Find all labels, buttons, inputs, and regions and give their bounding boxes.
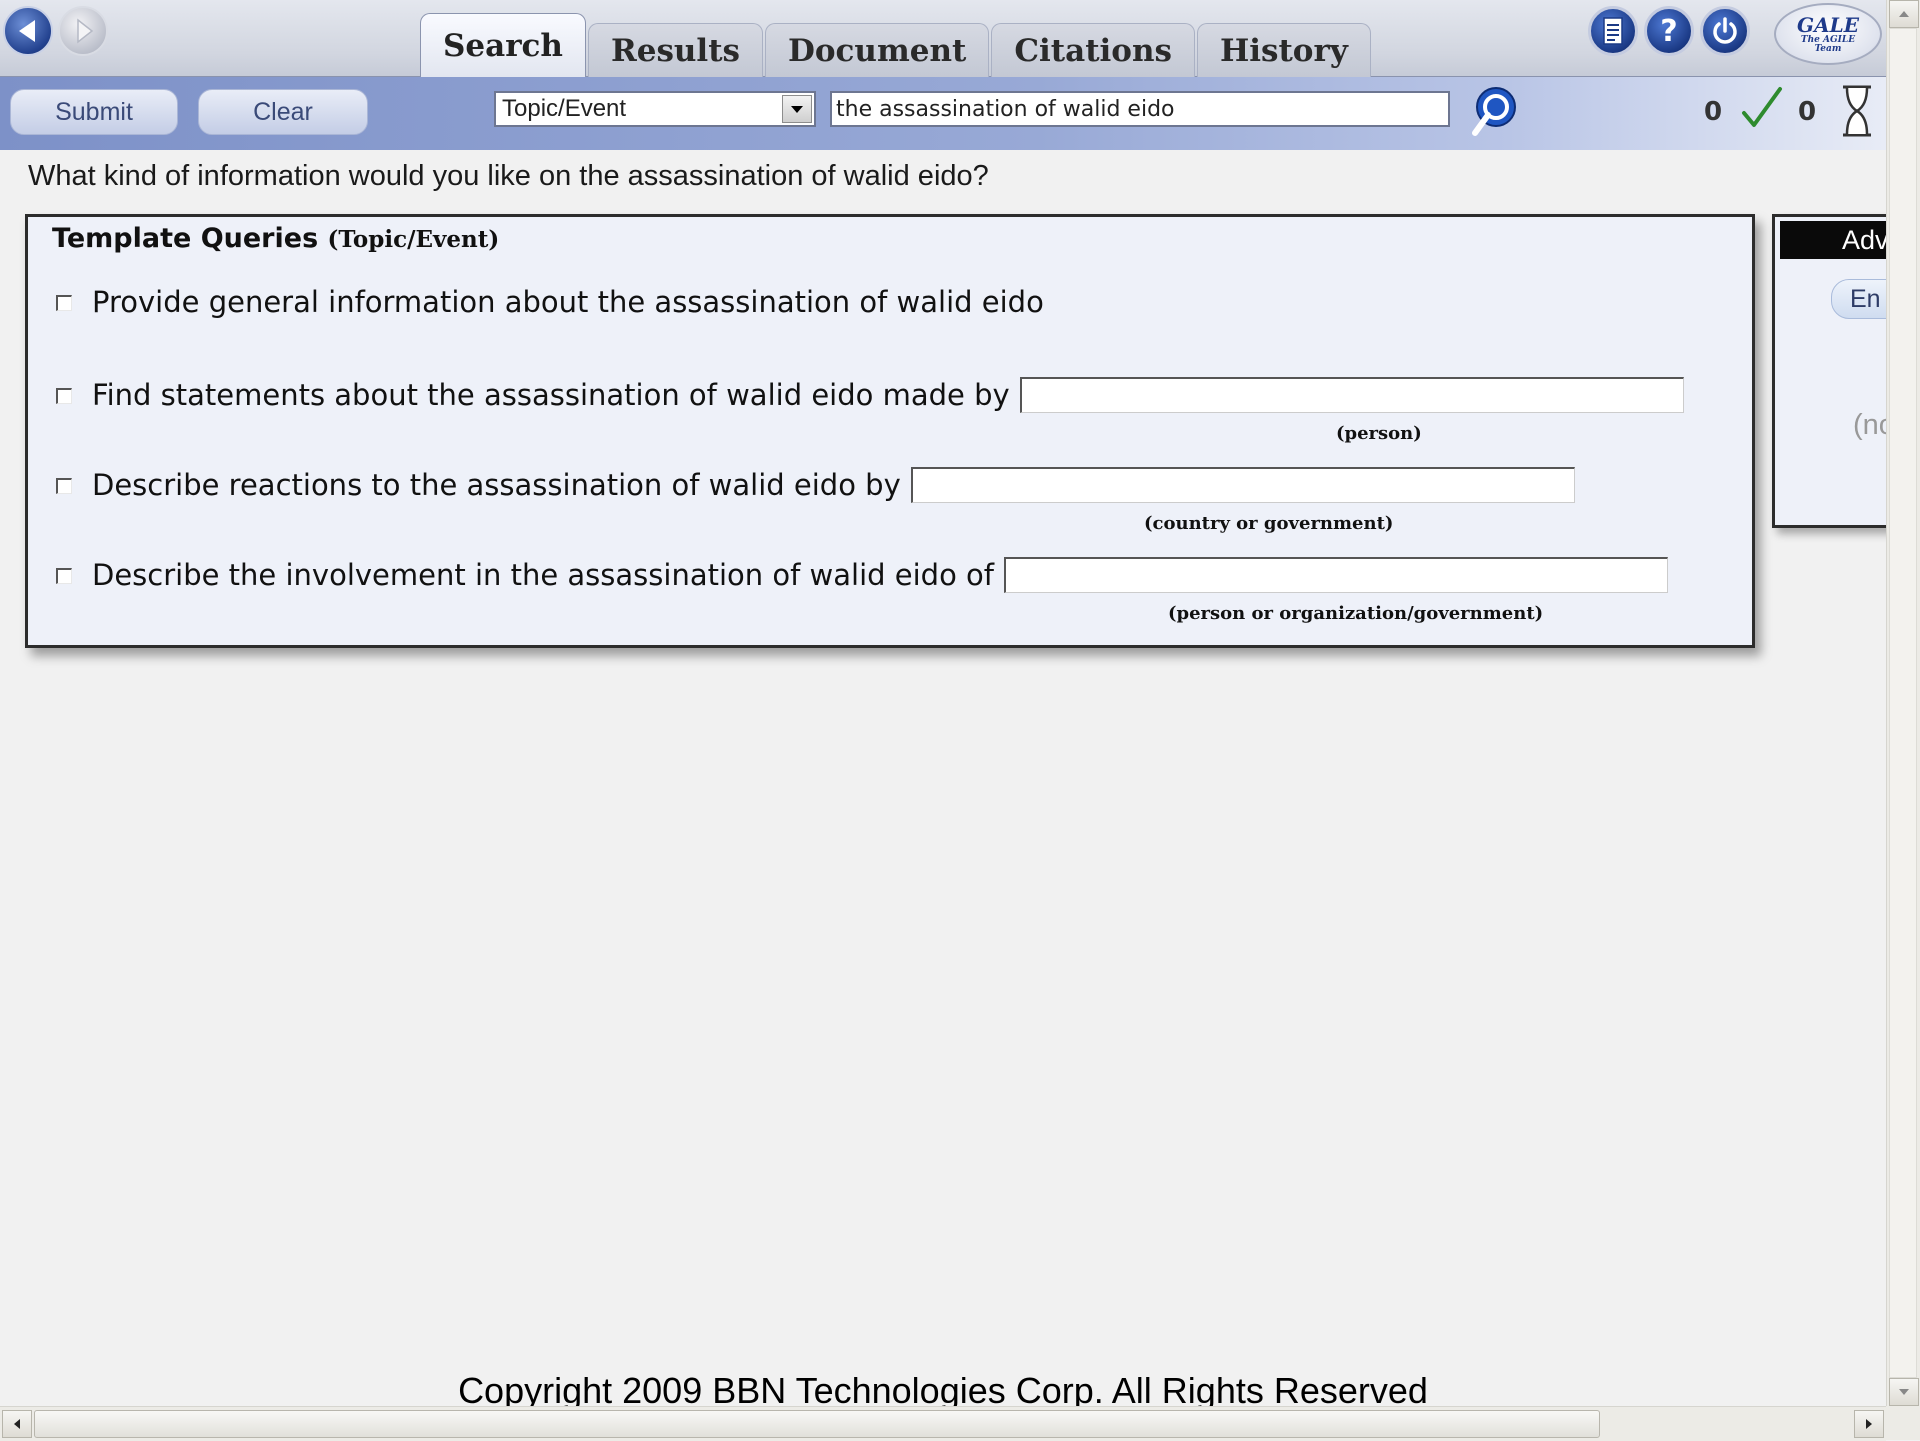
vertical-scrollbar[interactable] [1886,0,1920,1408]
count-left: 0 [1704,97,1723,127]
scrollbar-corner [1886,1406,1920,1440]
panel-subtitle: (Topic/Event) [327,226,500,253]
count-right: 0 [1798,97,1817,127]
hint-person: (person) [1336,423,1422,444]
query-text-involvement: Describe the involvement in the assassin… [92,558,994,592]
scroll-up-icon[interactable] [1889,0,1919,28]
tab-results[interactable]: Results [587,23,763,77]
organization-field[interactable] [1004,557,1668,593]
query-toolbar: Submit Clear Topic/Event 0 0 [0,77,1886,150]
template-queries-panel: Template Queries (Topic/Event) Provide g… [25,214,1755,648]
power-icon[interactable] [1700,6,1750,56]
query-row-general: Provide general information about the as… [56,285,1044,319]
checkmark-icon [1740,83,1784,138]
gale-team-logo: GALE The AGILE Team [1774,3,1882,65]
query-type-value: Topic/Event [502,95,627,122]
svg-text:?: ? [1660,14,1677,48]
vertical-scroll-thumb[interactable] [1889,28,1917,1378]
scroll-down-icon[interactable] [1889,1378,1919,1406]
hint-country: (country or government) [1144,513,1394,534]
document-icon[interactable] [1588,6,1638,56]
hourglass-icon [1840,83,1874,144]
advanced-side-panel: Adv En (no [1772,214,1920,528]
dropdown-arrow-icon[interactable] [782,95,812,123]
query-checkbox-involvement[interactable] [56,568,72,584]
query-input[interactable] [830,91,1450,127]
query-checkbox-statements[interactable] [56,388,72,404]
side-panel-header: Adv [1780,221,1899,259]
horizontal-scroll-thumb[interactable] [34,1410,1600,1438]
panel-title: Template Queries (Topic/Event) [52,223,499,254]
tab-citations[interactable]: Citations [991,23,1195,77]
panel-title-text: Template Queries [52,223,319,254]
query-checkbox-general[interactable] [56,295,72,311]
horizontal-scrollbar[interactable] [0,1406,1886,1441]
query-type-select[interactable]: Topic/Event [494,91,816,127]
scroll-right-icon[interactable] [1854,1410,1884,1438]
query-row-reactions: Describe reactions to the assassination … [56,467,1575,503]
country-field[interactable] [910,467,1575,503]
forward-arrow-icon[interactable] [58,6,108,56]
query-checkbox-reactions[interactable] [56,478,72,494]
tab-history[interactable]: History [1196,23,1371,77]
person-field[interactable] [1019,377,1684,413]
logo-line-3: Team [1814,43,1842,54]
query-text-reactions: Describe reactions to the assassination … [92,468,901,502]
help-icon[interactable]: ? [1644,6,1694,56]
search-magnifier-icon[interactable] [1466,83,1520,141]
logo-line-1: GALE [1797,12,1859,37]
tab-document[interactable]: Document [764,23,990,77]
submit-button[interactable]: Submit [10,89,178,135]
hint-organization: (person or organization/government) [1168,603,1544,624]
query-text-general: Provide general information about the as… [92,285,1044,319]
clear-button[interactable]: Clear [198,89,368,135]
tab-search[interactable]: Search [420,13,586,77]
top-tab-bar: Search Results Document Citations Histor… [0,0,1886,77]
query-row-statements: Find statements about the assassination … [56,377,1684,413]
back-arrow-icon[interactable] [3,6,53,56]
scroll-left-icon[interactable] [2,1410,32,1438]
info-prompt: What kind of information would you like … [28,160,989,192]
query-row-involvement: Describe the involvement in the assassin… [56,557,1668,593]
query-text-statements: Find statements about the assassination … [92,378,1010,412]
tab-strip: Search Results Document Citations Histor… [420,12,1373,77]
